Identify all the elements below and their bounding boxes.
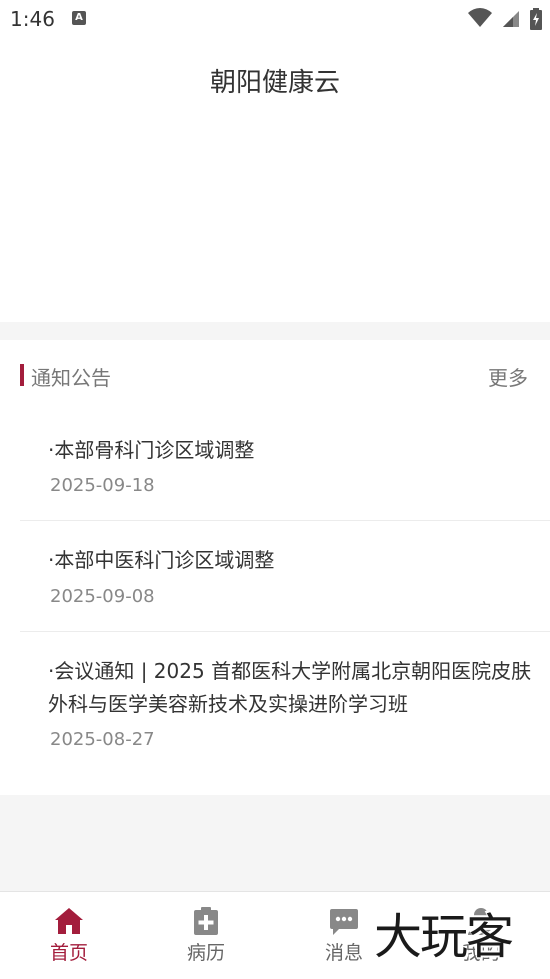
notice-title: ·本部中医科门诊区域调整	[48, 548, 275, 572]
watermark-logo: 大玩客	[374, 909, 514, 965]
app-header: 朝阳健康云	[0, 38, 550, 322]
notice-title: ·会议通知 | 2025 首都医科大学附属北京朝阳医院皮肤外科与医学美容新技术及…	[48, 659, 532, 716]
notice-item[interactable]: ·会议通知 | 2025 首都医科大学附属北京朝阳医院皮肤外科与医学美容新技术及…	[20, 654, 550, 764]
status-bar: 1:46 A	[0, 0, 550, 38]
system-icons	[464, 8, 542, 30]
signal-icon	[502, 11, 519, 27]
notice-section-header: 通知公告 更多	[0, 340, 550, 410]
divider	[20, 631, 550, 632]
status-time: 1:46	[10, 7, 55, 31]
notice-item[interactable]: ·本部中医科门诊区域调整 2025-09-08	[20, 542, 550, 630]
notice-title: ·本部骨科门诊区域调整	[48, 438, 255, 462]
battery-icon	[530, 8, 542, 30]
divider	[20, 520, 550, 521]
message-icon	[330, 909, 358, 935]
wifi-icon	[467, 8, 492, 27]
medical-record-icon	[194, 907, 218, 935]
notice-section: 通知公告 更多 ·本部骨科门诊区域调整 2025-09-18 ·本部中医科门诊区…	[0, 340, 550, 795]
home-icon	[55, 908, 83, 934]
tab-label: 病历	[186, 942, 225, 964]
tab-medical-record[interactable]: 病历	[151, 892, 261, 979]
notice-item[interactable]: ·本部骨科门诊区域调整 2025-09-18	[20, 432, 550, 520]
notice-date: 2025-08-27	[50, 729, 155, 750]
section-accent-bar	[20, 364, 24, 386]
notification-a-icon: A	[72, 11, 86, 25]
tab-home[interactable]: 首页	[14, 892, 124, 979]
app-title: 朝阳健康云	[209, 68, 340, 98]
tab-label: 首页	[49, 942, 88, 964]
notice-date: 2025-09-08	[50, 586, 155, 607]
notice-date: 2025-09-18	[50, 475, 155, 496]
more-link[interactable]: 更多	[488, 362, 528, 391]
section-title: 通知公告	[31, 366, 111, 390]
